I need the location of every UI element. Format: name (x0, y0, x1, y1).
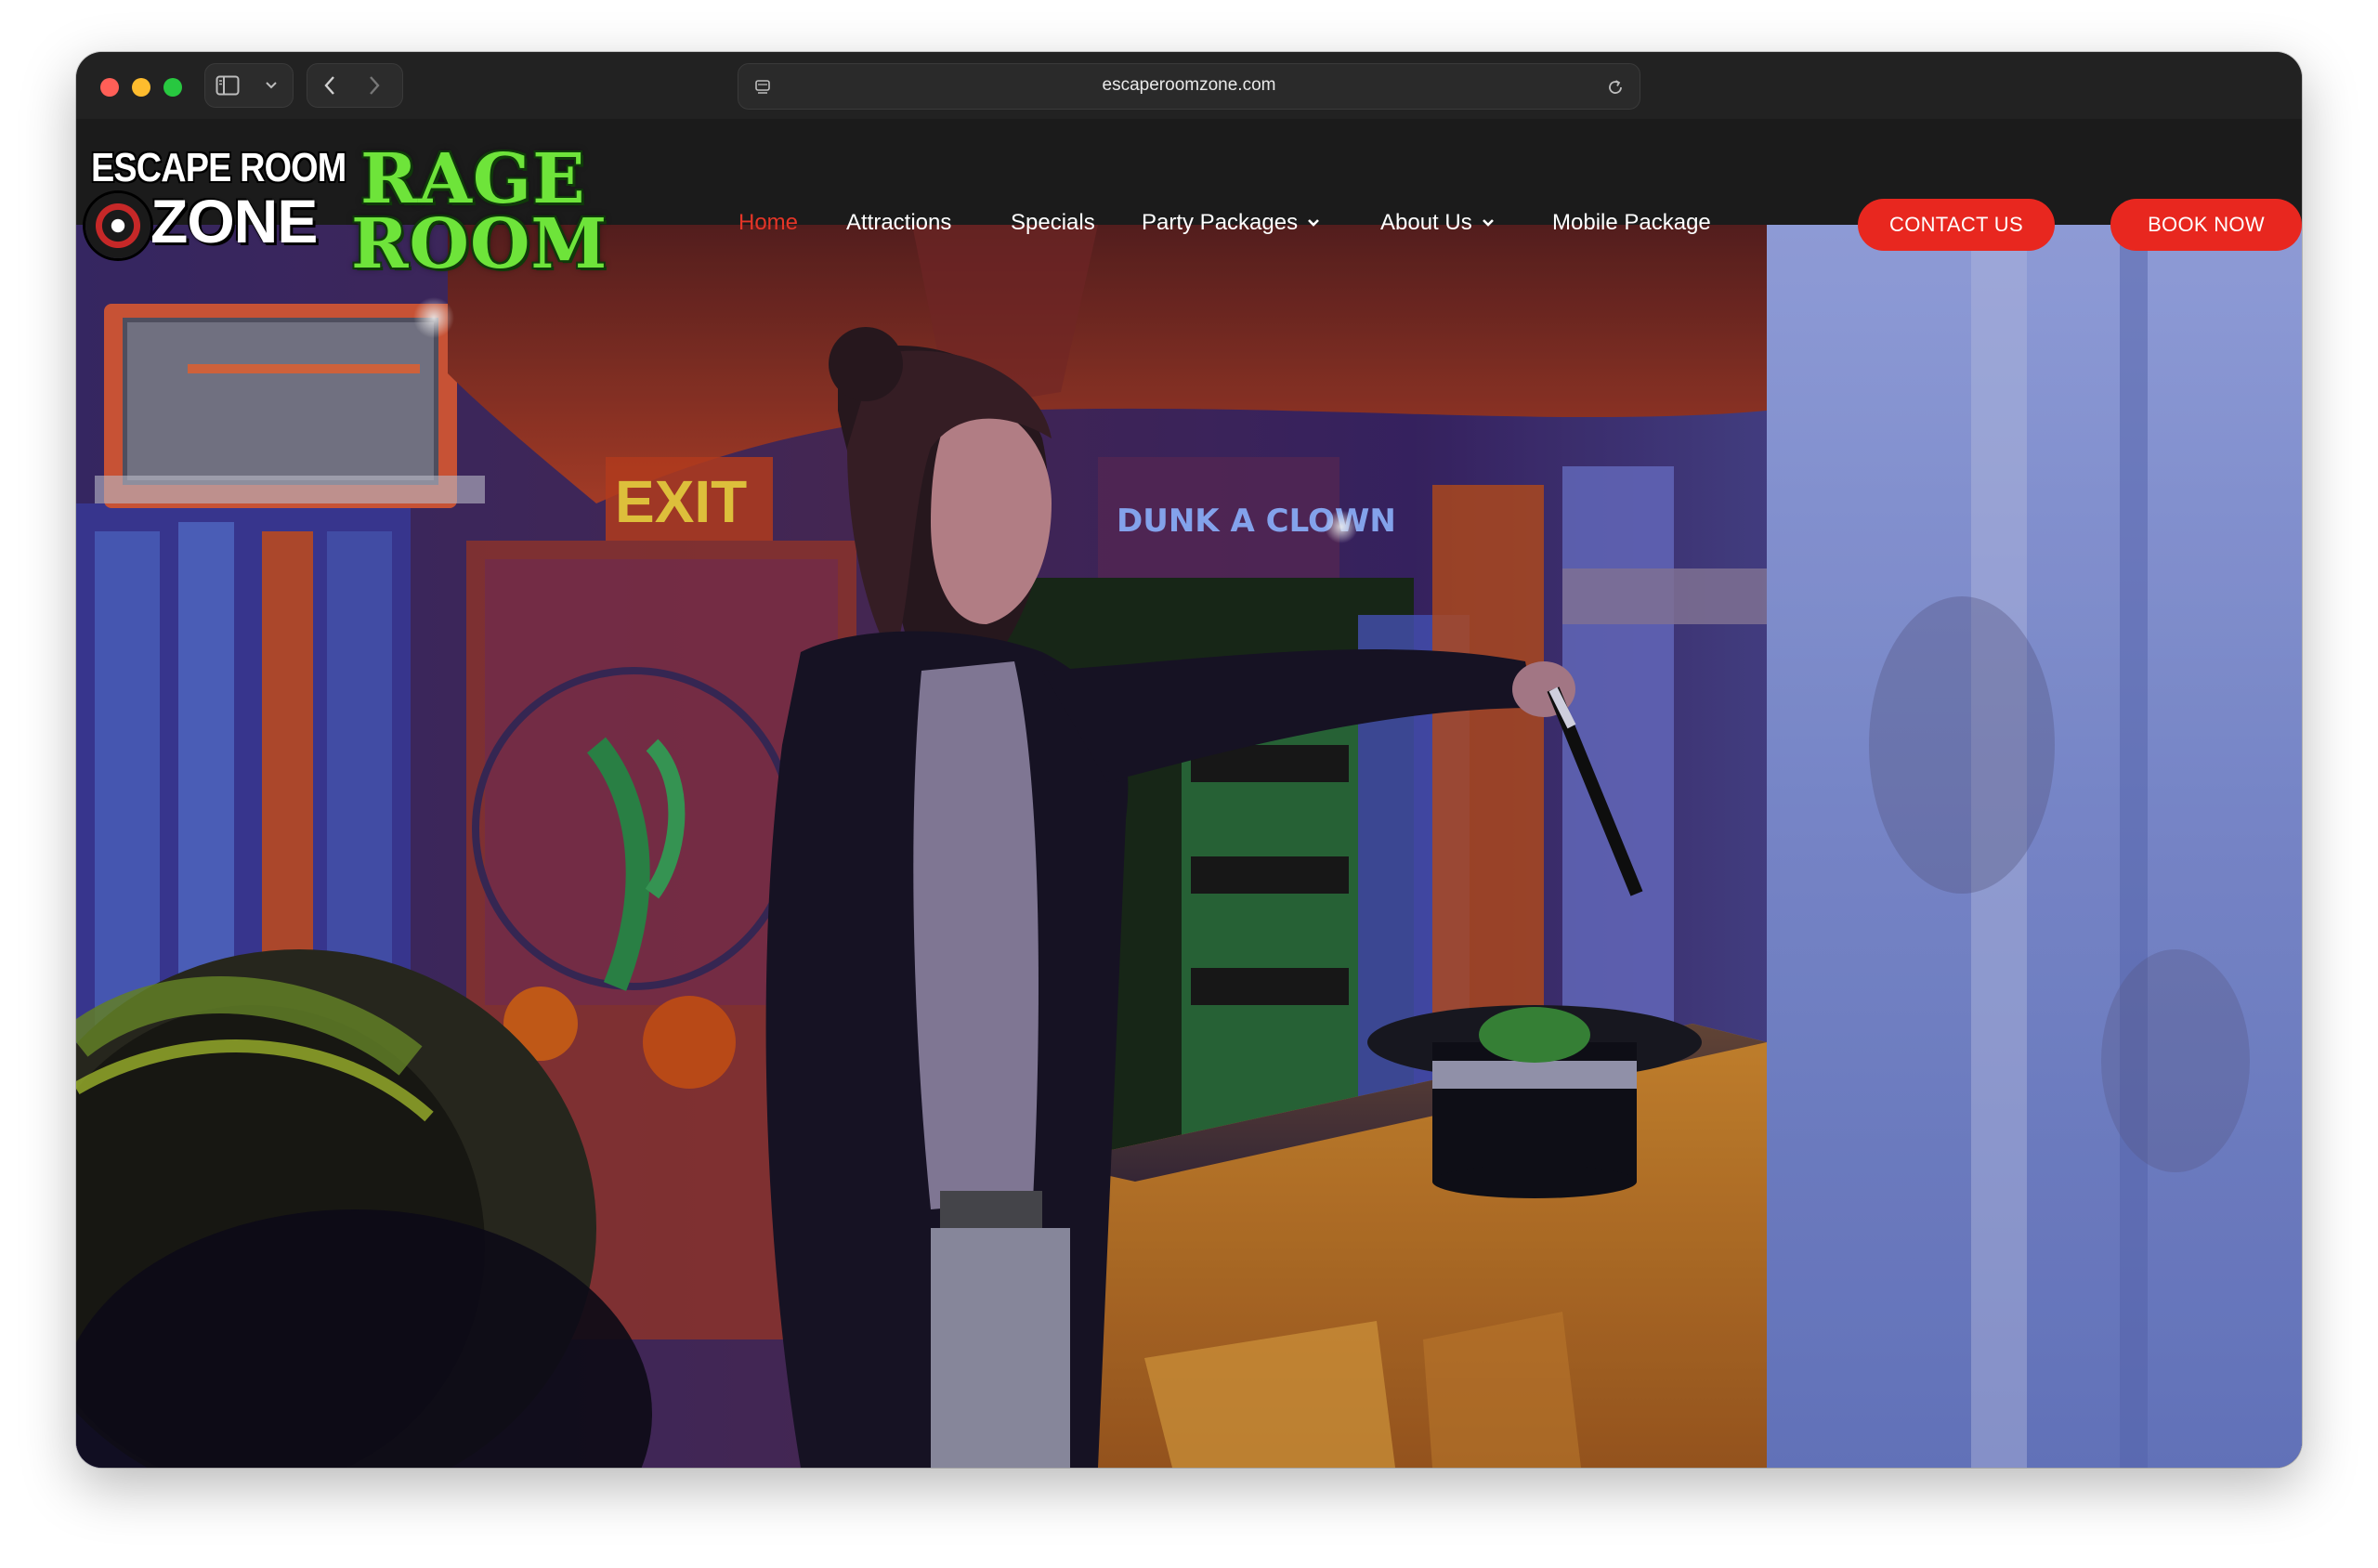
close-window-button[interactable] (100, 78, 119, 97)
sidebar-icon[interactable] (205, 63, 249, 108)
logo-line-zone: ZONE (150, 187, 318, 255)
reload-icon[interactable] (1604, 76, 1627, 98)
address-bar[interactable]: escaperoomzone.com (738, 63, 1640, 110)
contact-us-button[interactable]: CONTACT US (1858, 199, 2055, 251)
chevron-down-icon (1482, 216, 1495, 229)
logo-line-room: ROOM (351, 204, 608, 284)
nav-item-label: Home (738, 210, 799, 235)
nav-item-attractions[interactable]: Attractions (846, 210, 951, 236)
nav-item-about-us[interactable]: About Us (1380, 210, 1495, 236)
back-arrow-icon[interactable] (307, 63, 352, 108)
history-nav-group (307, 63, 403, 108)
nav-item-label: Attractions (846, 210, 952, 235)
hero-video[interactable]: EXIT DUNK A CLOWN (76, 225, 2302, 1468)
nav-item-party-packages[interactable]: Party Packages (1142, 210, 1320, 236)
sidebar-toggle-group (204, 63, 294, 108)
logo-line-escape-room: ESCAPE ROOM (91, 145, 346, 190)
nav-item-label: Party Packages (1142, 210, 1299, 235)
browser-toolbar: escaperoomzone.com (76, 52, 2302, 119)
nav-item-label: About Us (1380, 210, 1472, 235)
zoom-window-button[interactable] (163, 78, 182, 97)
nav-item-specials[interactable]: Specials (1011, 210, 1095, 236)
minimize-window-button[interactable] (132, 78, 150, 97)
book-now-button[interactable]: BOOK NOW (2110, 199, 2302, 251)
chevron-down-icon[interactable] (249, 63, 293, 108)
escape-room-zone-logo[interactable]: ESCAPE ROOM ZONE (82, 145, 346, 268)
forward-arrow-icon[interactable] (352, 63, 397, 108)
browser-window: escaperoomzone.com EXIT DUNK A CLOWN ESC… (76, 52, 2302, 1468)
url-text: escaperoomzone.com (1102, 75, 1276, 95)
nav-item-label: Mobile Package (1552, 210, 1711, 235)
hero-video-frame: EXIT DUNK A CLOWN (76, 225, 2302, 1468)
nav-item-mobile-package[interactable]: Mobile Package (1552, 210, 1711, 236)
nav-item-label: Specials (1011, 210, 1095, 235)
rage-room-logo[interactable]: RAGE ROOM (351, 139, 611, 284)
chevron-down-icon (1307, 216, 1320, 229)
lock-icon (85, 193, 150, 258)
nav-item-home[interactable]: Home (738, 210, 798, 236)
